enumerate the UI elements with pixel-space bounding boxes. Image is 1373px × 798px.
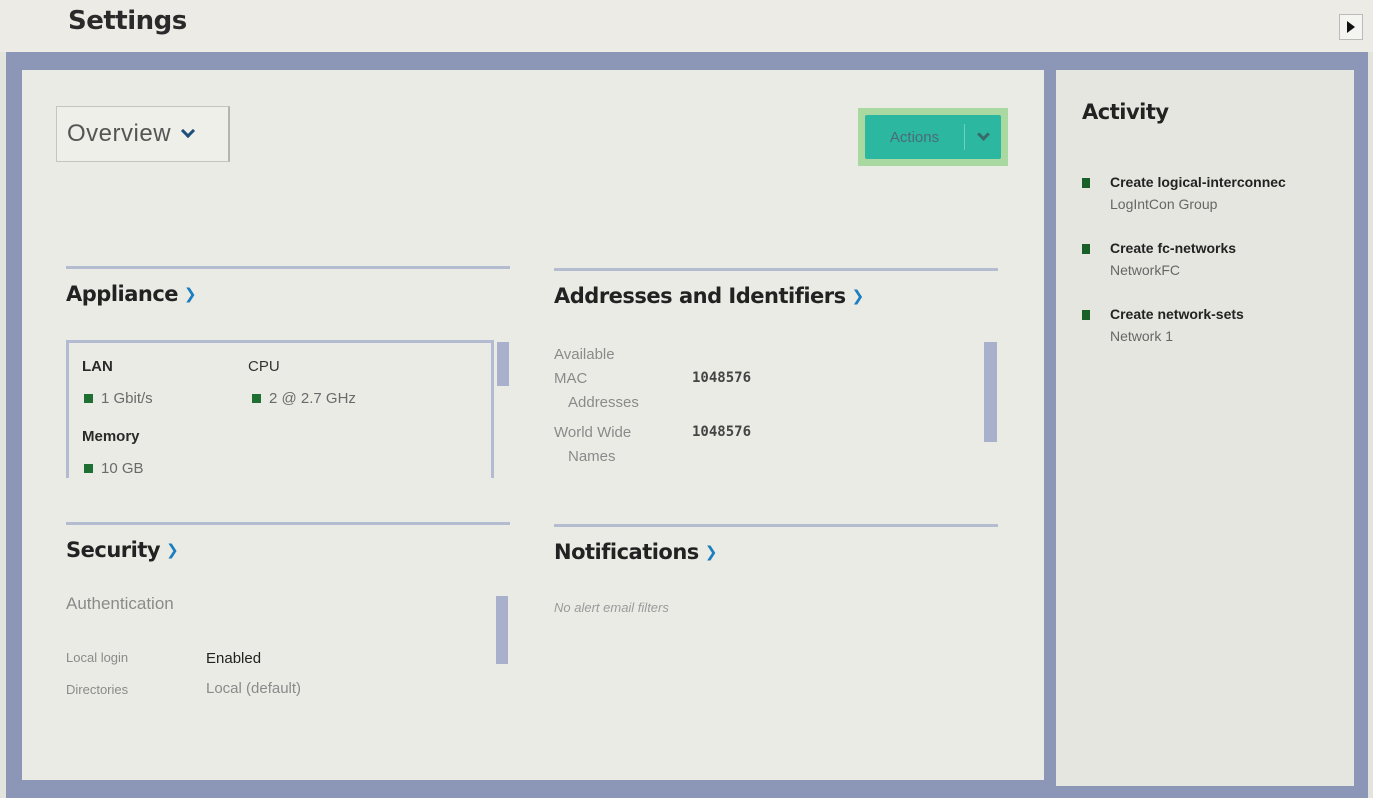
wwn-value: 1048576 — [692, 424, 752, 440]
cpu-label: CPU — [248, 358, 280, 375]
authentication-subtitle: Authentication — [66, 594, 174, 613]
memory-label: Memory — [82, 428, 140, 445]
appliance-box — [66, 340, 494, 478]
notifications-empty-text: No alert email filters — [554, 600, 669, 615]
view-selector[interactable]: Overview — [56, 106, 230, 162]
status-ok-icon — [84, 394, 93, 403]
appliance-title: Appliance — [66, 282, 179, 306]
local-login-label: Local login — [66, 650, 129, 665]
chevron-right-icon: ❯ — [704, 543, 718, 561]
chevron-down-icon — [180, 123, 196, 139]
status-ok-icon — [1082, 178, 1090, 188]
addresses-section-link[interactable]: Addresses and Identifiers ❯ — [554, 284, 864, 308]
divider — [554, 524, 998, 527]
chevron-right-icon: ❯ — [184, 285, 197, 303]
divider — [66, 522, 510, 525]
directories-label: Directories — [66, 682, 129, 697]
wwn-label-2: Names — [568, 448, 616, 465]
security-title: Security — [66, 538, 161, 562]
divider — [66, 266, 510, 269]
chevron-down-icon — [976, 127, 990, 141]
actions-button[interactable]: Actions — [865, 115, 1001, 159]
activity-item-target: LogIntCon Group — [1110, 196, 1218, 212]
mac-label: MAC — [554, 370, 588, 387]
local-login-value: Enabled — [206, 650, 262, 667]
activity-item-action: Create logical-interconnec — [1110, 174, 1286, 190]
appliance-scrollbar[interactable] — [497, 342, 509, 386]
notifications-section-link[interactable]: Notifications ❯ — [554, 540, 717, 564]
activity-title: Activity — [1082, 100, 1169, 124]
chevron-right-icon: ❯ — [851, 287, 865, 305]
status-ok-icon — [84, 464, 93, 473]
mac-value: 1048576 — [692, 370, 752, 386]
actions-dropdown[interactable] — [965, 127, 1001, 141]
panel-toggle-icon[interactable] — [1339, 14, 1363, 40]
actions-button-focus: Actions — [858, 108, 1008, 166]
notifications-title: Notifications — [554, 540, 699, 564]
status-ok-icon — [1082, 244, 1090, 254]
activity-item-target: NetworkFC — [1110, 262, 1181, 278]
directories-value: Local (default) — [206, 680, 302, 697]
cpu-value: 2 @ 2.7 GHz — [252, 390, 356, 407]
activity-item-target: Network 1 — [1110, 328, 1174, 344]
security-scrollbar[interactable] — [496, 596, 508, 664]
security-section-link[interactable]: Security ❯ — [66, 538, 179, 562]
addresses-scrollbar[interactable] — [984, 342, 997, 442]
actions-button-label: Actions — [889, 128, 940, 146]
lan-label: LAN — [82, 358, 113, 375]
mac-label-2: Addresses — [568, 394, 639, 411]
available-label: Available — [554, 346, 615, 363]
addresses-title: Addresses and Identifiers — [554, 284, 846, 308]
page-title: Settings — [68, 6, 187, 36]
appliance-section-link[interactable]: Appliance ❯ — [66, 282, 197, 306]
status-ok-icon — [252, 394, 261, 403]
chevron-right-icon: ❯ — [166, 541, 179, 559]
lan-value: 1 Gbit/s — [84, 390, 153, 407]
memory-value: 10 GB — [84, 460, 144, 477]
activity-item-action: Create network-sets — [1110, 306, 1244, 322]
activity-item-action: Create fc-networks — [1110, 240, 1237, 256]
divider — [554, 268, 998, 271]
wwn-label: World Wide — [554, 424, 632, 441]
view-selector-label: Overview — [67, 120, 172, 147]
status-ok-icon — [1082, 310, 1090, 320]
top-bar: Settings — [0, 0, 1373, 52]
